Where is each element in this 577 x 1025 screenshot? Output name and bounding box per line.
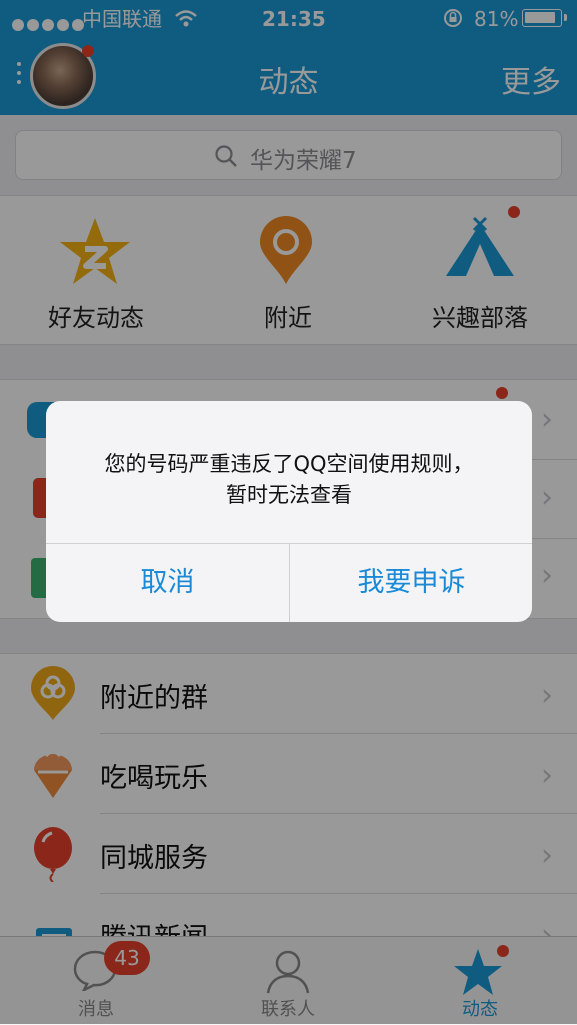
alert-message: 您的号码严重违反了QQ空间使用规则， 暂时无法查看 [66,449,512,511]
alert-dialog: 您的号码严重违反了QQ空间使用规则， 暂时无法查看 取消 我要申诉 [46,401,532,622]
appeal-button[interactable]: 我要申诉 [290,544,532,622]
alert-message-line-2: 暂时无法查看 [226,483,352,507]
alert-buttons: 取消 我要申诉 [46,543,532,622]
cancel-button[interactable]: 取消 [46,544,289,622]
alert-message-line-1: 您的号码严重违反了QQ空间使用规则， [104,452,474,476]
